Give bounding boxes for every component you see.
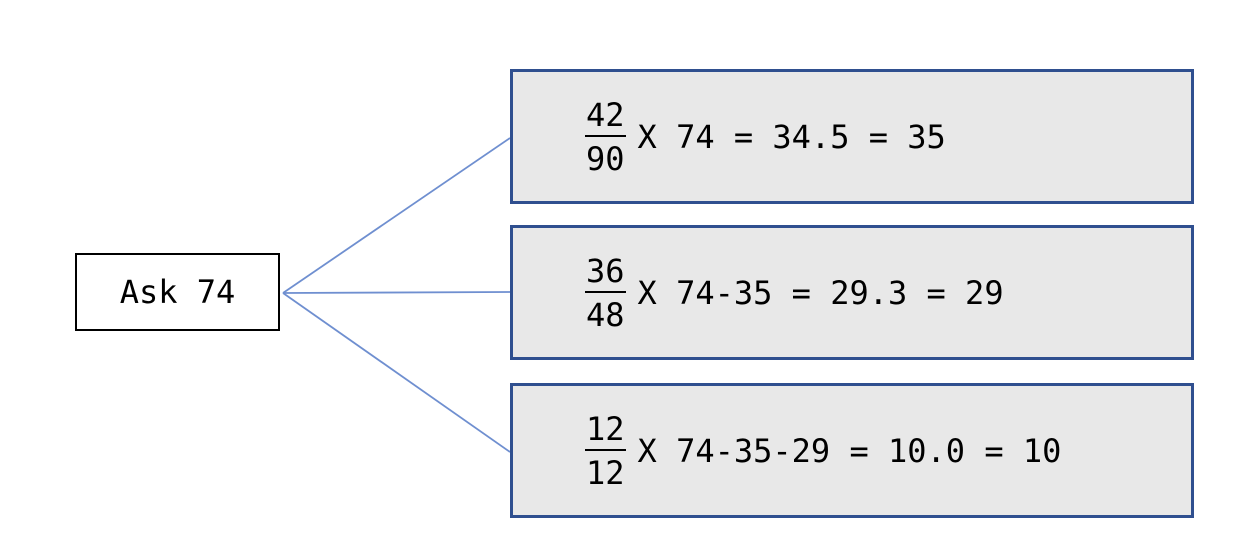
root-label: Ask 74 — [119, 273, 236, 311]
fraction-numerator: 42 — [585, 99, 626, 137]
fraction-numerator: 12 — [585, 413, 626, 451]
fraction-denominator: 90 — [586, 139, 625, 178]
calculation-box-2: 36 48 X 74-35 = 29.3 = 29 — [510, 225, 1194, 360]
connector-line-3 — [282, 292, 511, 453]
fraction: 36 48 — [585, 255, 626, 331]
expression-text: X 74-35 = 29.3 = 29 — [637, 273, 1004, 312]
calculation-expression: 12 12 X 74-35-29 = 10.0 = 10 — [585, 386, 1061, 515]
fraction-denominator: 12 — [586, 453, 625, 492]
connector-line-2 — [282, 291, 511, 294]
expression-text: X 74 = 34.5 = 35 — [637, 117, 946, 156]
connector-line-1 — [282, 137, 511, 294]
calculation-box-3: 12 12 X 74-35-29 = 10.0 = 10 — [510, 383, 1194, 518]
fraction-denominator: 48 — [586, 295, 625, 334]
root-node: Ask 74 — [75, 253, 280, 331]
calculation-expression: 42 90 X 74 = 34.5 = 35 — [585, 72, 946, 201]
calculation-expression: 36 48 X 74-35 = 29.3 = 29 — [585, 228, 1004, 357]
expression-text: X 74-35-29 = 10.0 = 10 — [637, 431, 1062, 470]
calculation-box-1: 42 90 X 74 = 34.5 = 35 — [510, 69, 1194, 204]
fraction: 42 90 — [585, 99, 626, 175]
fraction-numerator: 36 — [585, 255, 626, 293]
fraction: 12 12 — [585, 413, 626, 489]
